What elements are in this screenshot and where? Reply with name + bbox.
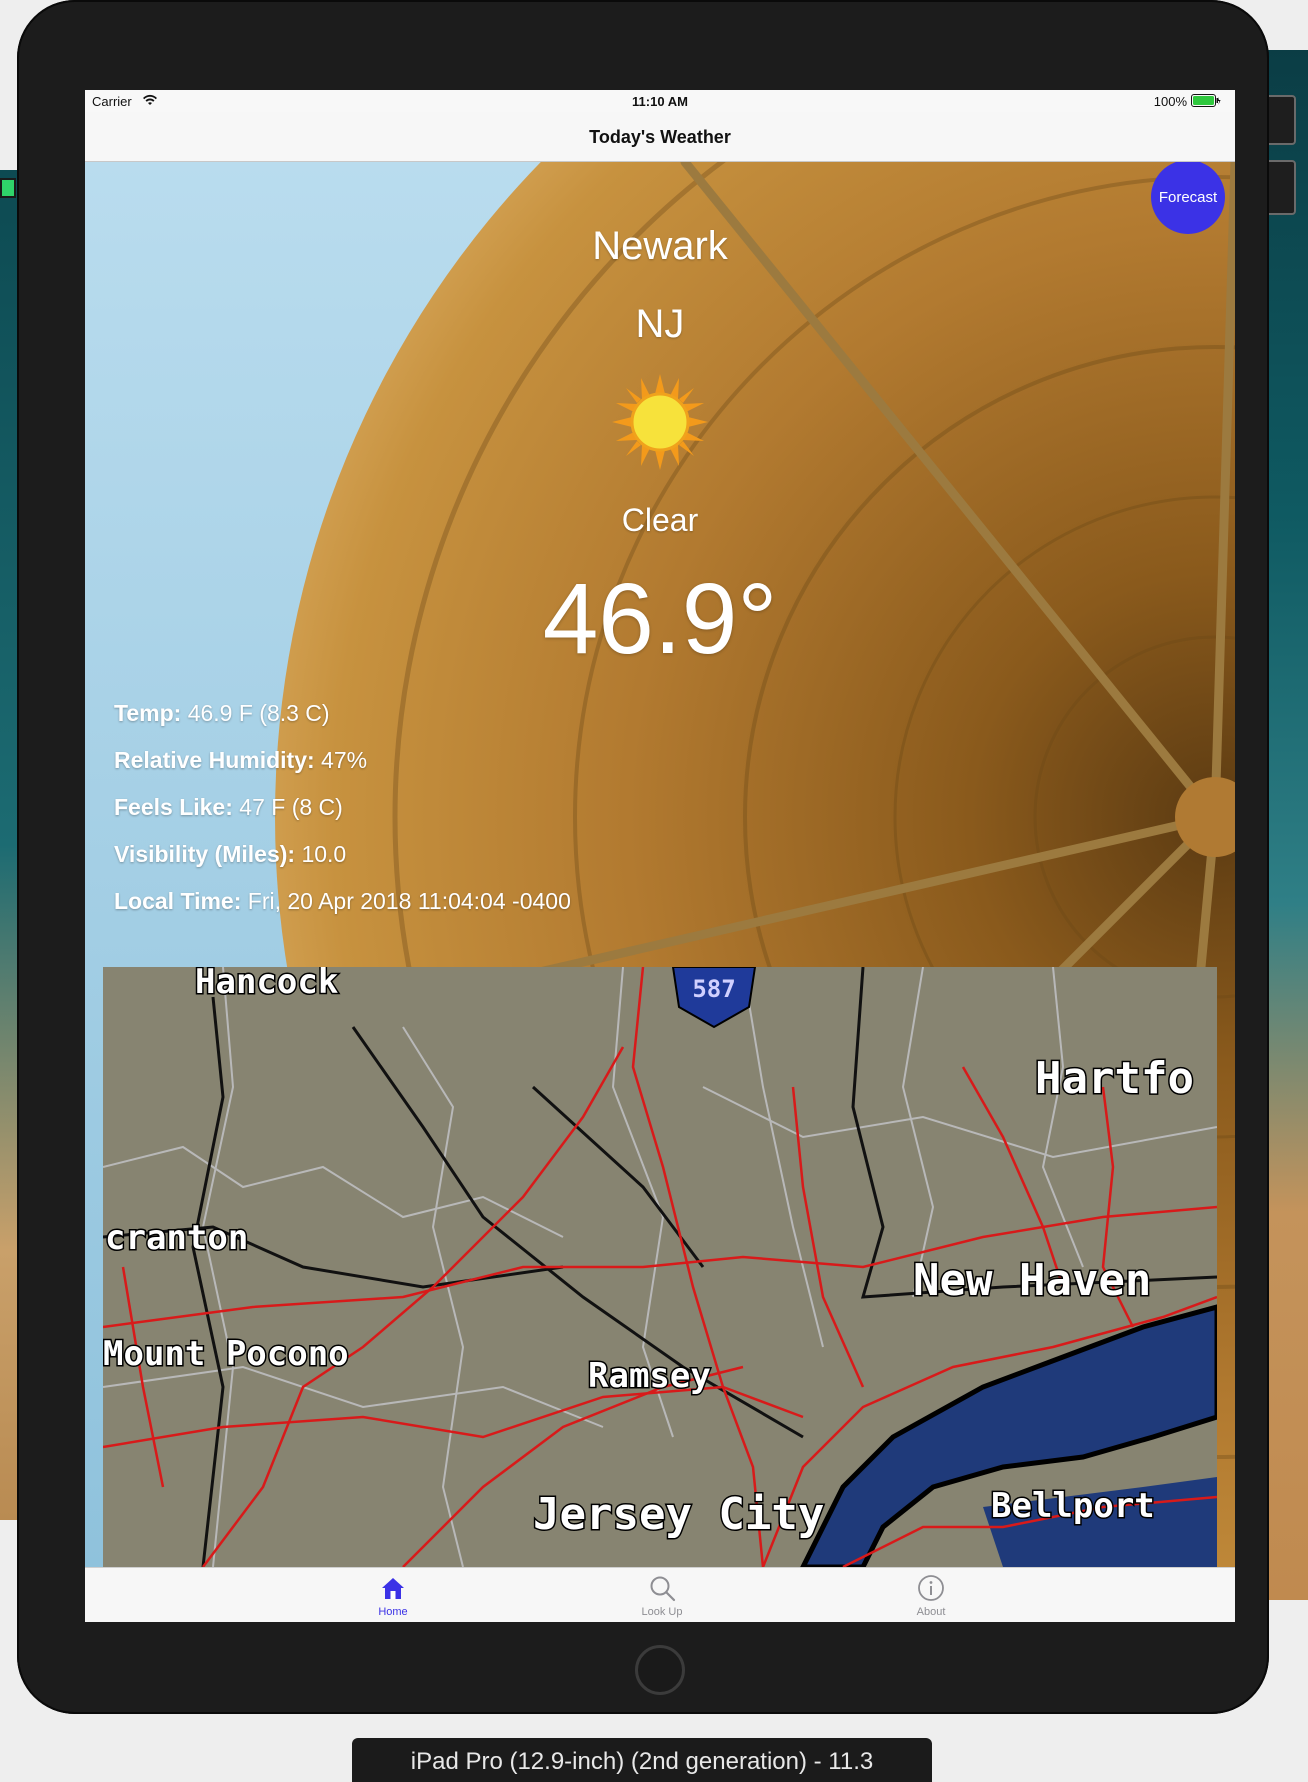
navigation-bar: Today's Weather — [85, 112, 1235, 162]
weather-details: Temp: 46.9 F (8.3 C) Relative Humidity: … — [114, 700, 571, 935]
current-temperature: 46.9° — [542, 563, 778, 675]
page-title: Today's Weather — [589, 127, 731, 147]
simulator-device-caption: iPad Pro (12.9-inch) (2nd generation) - … — [352, 1738, 932, 1782]
battery-icon — [1191, 94, 1221, 107]
radar-map[interactable]: Hancock cranton Mount Pocono Ramsey Jers… — [103, 967, 1217, 1567]
ipad-simulator-bezel: Carrier 11:10 AM 100% Today's Weather Fo… — [17, 0, 1269, 1714]
tab-about-label: About — [916, 1606, 946, 1618]
weather-content[interactable]: Forecast Newark NJ Clear 46.9° Temp: 46.… — [85, 162, 1235, 1567]
map-label-jersey-city: Jersey City — [533, 1489, 824, 1540]
tab-about[interactable]: About — [871, 1568, 991, 1622]
sun-icon — [612, 374, 708, 470]
city-name: Newark — [592, 224, 728, 268]
map-label-mount-pocono: Mount Pocono — [103, 1334, 349, 1374]
device-screen: Carrier 11:10 AM 100% Today's Weather Fo… — [85, 90, 1235, 1622]
tab-look-up[interactable]: Look Up — [602, 1568, 722, 1622]
status-bar: Carrier 11:10 AM 100% — [85, 90, 1235, 112]
tab-look-up-label: Look Up — [641, 1606, 683, 1618]
home-icon — [382, 1578, 404, 1599]
map-label-new-haven: New Haven — [913, 1255, 1151, 1306]
state-name: NJ — [635, 302, 685, 346]
map-label-bellport: Bellport — [991, 1486, 1155, 1526]
detail-temp: Temp: 46.9 F (8.3 C) — [114, 700, 330, 726]
detail-humidity: Relative Humidity: 47% — [114, 747, 368, 773]
tab-home-label: Home — [378, 1606, 408, 1618]
tab-bar: Home Look Up About — [85, 1567, 1235, 1622]
home-button[interactable] — [635, 1645, 685, 1695]
map-label-hancock: Hancock — [195, 967, 338, 1002]
detail-feels-like: Feels Like: 47 F (8 C) — [114, 794, 343, 820]
weather-condition: Clear — [621, 502, 699, 538]
info-icon — [918, 1575, 944, 1601]
detail-visibility: Visibility (Miles): 10.0 — [114, 841, 347, 867]
clock: 11:10 AM — [632, 94, 688, 109]
map-label-hartford: Hartfo — [1035, 1053, 1194, 1104]
tab-home[interactable]: Home — [333, 1568, 453, 1622]
map-label-ramsey: Ramsey — [588, 1356, 711, 1396]
map-label-scranton: cranton — [105, 1218, 248, 1258]
desktop-window-edge — [0, 178, 16, 198]
search-icon — [650, 1576, 676, 1602]
route-number: 587 — [692, 975, 735, 1003]
detail-local-time: Local Time: Fri, 20 Apr 2018 11:04:04 -0… — [114, 888, 571, 914]
battery-percentage: 100% — [1153, 94, 1187, 109]
